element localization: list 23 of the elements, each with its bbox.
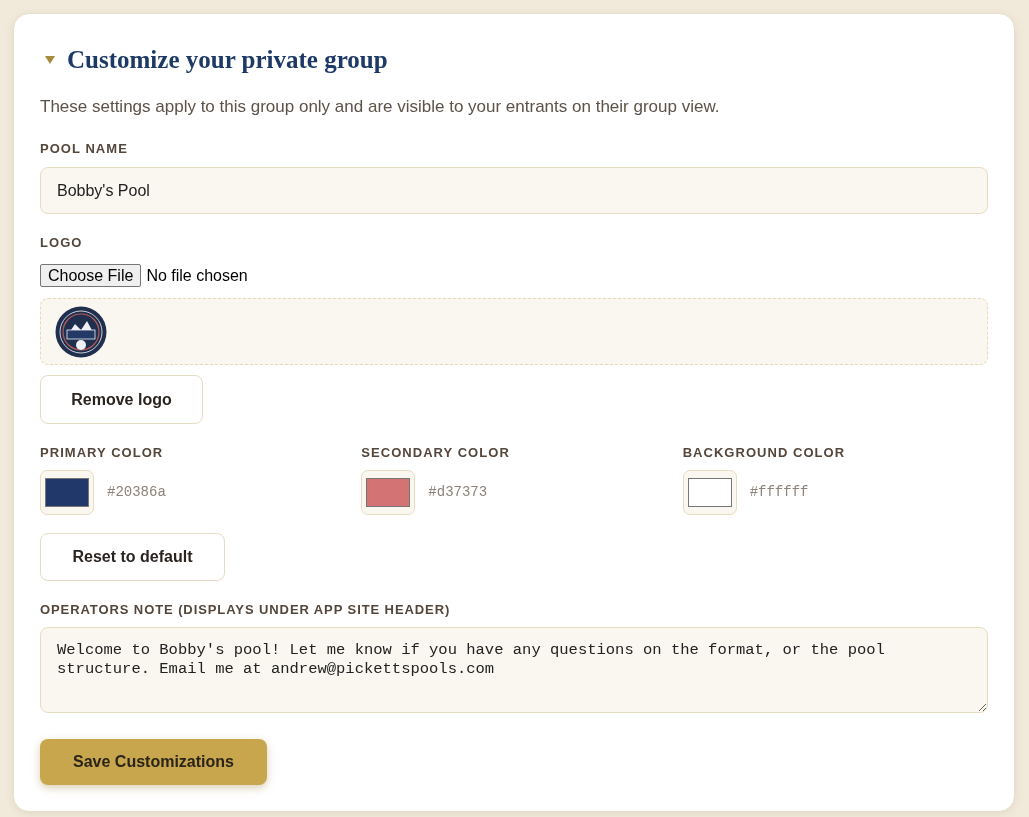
save-customizations-button[interactable]: Save Customizations [40,739,267,785]
color-hex-text: #d37373 [428,483,488,502]
color-picker-button[interactable] [40,470,94,515]
field-label: POOL NAME [40,140,129,158]
color-hex-text: #20386a [107,483,166,502]
expand-triangle-icon[interactable] [45,56,55,64]
file-status-text: No file chosen [146,265,248,286]
section-title: Customize your private group [67,45,388,75]
pool-name-input[interactable]: Bobby's Pool [40,167,988,214]
color-picker-button[interactable] [682,470,737,515]
field-label: LOGO [40,234,84,252]
field-label: PRIMARY COLOR [40,444,165,462]
section-description: These settings apply to this group only and are visible to your entrants on their group view. [40,96,721,118]
remove-logo-button[interactable]: Remove logo [40,375,203,424]
reset-to-default-button[interactable]: Reset to default [40,533,225,581]
field-label: OPERATORS NOTE (DISPLAYS UNDER APP SITE HEADER) [40,601,452,619]
logo-drawing [55,305,107,358]
operators-note-textarea[interactable]: Welcome to Bobby's pool! Let me know if you have any questions on the format, or the pool structure. Email me at andrew@pickettspools.com [40,627,988,713]
field-label: BACKGROUND COLOR [682,444,847,462]
choose-file-button[interactable]: Choose File [40,264,142,287]
color-picker-button[interactable] [361,470,416,515]
field-label: SECONDARY COLOR [361,444,511,462]
color-hex-text: #ffffff [749,483,809,502]
